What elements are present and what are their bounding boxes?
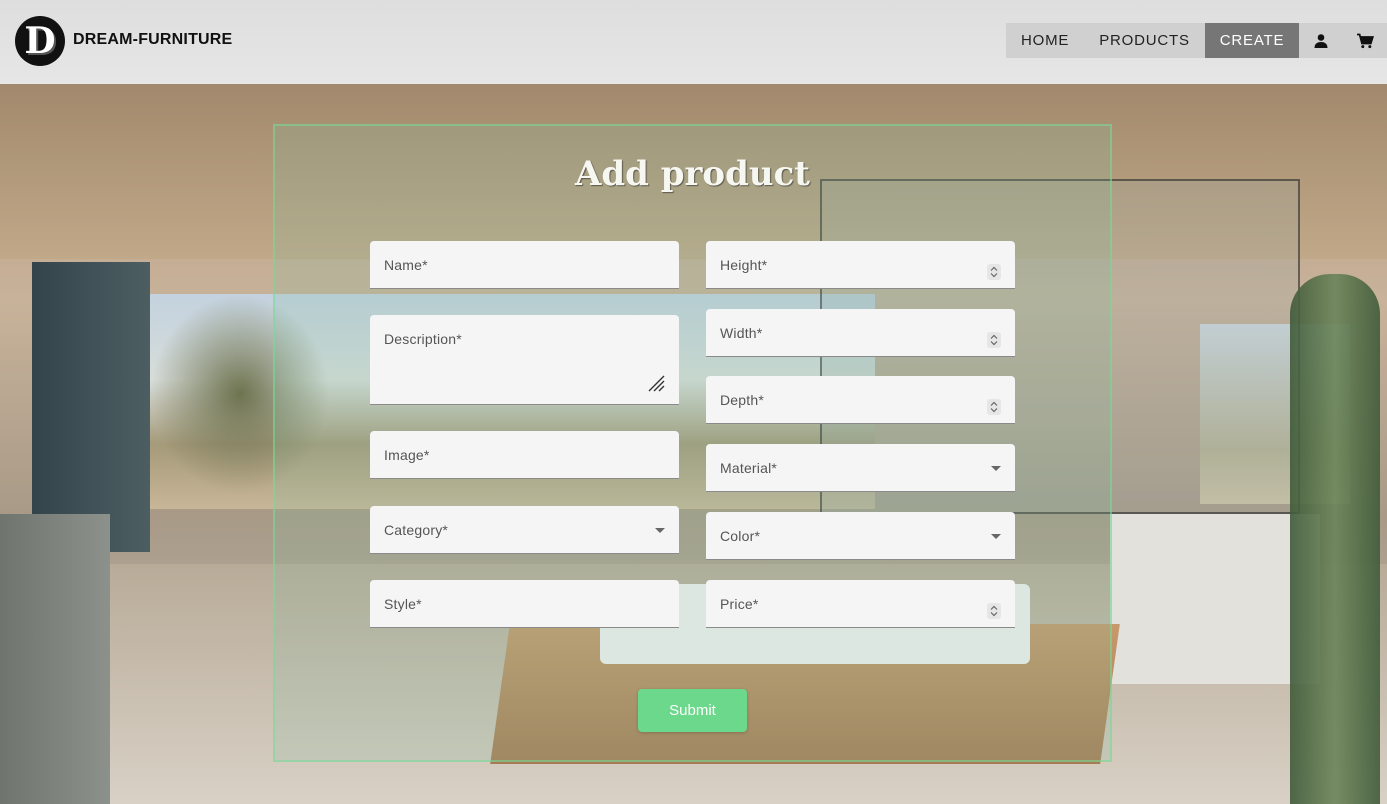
logo-letter: D <box>24 20 56 62</box>
name-field[interactable]: Name* <box>370 241 679 289</box>
style-label: Style* <box>384 596 422 612</box>
bg-fireplace <box>32 262 150 552</box>
depth-field[interactable]: Depth* <box>706 376 1015 424</box>
name-label: Name* <box>384 257 428 273</box>
submit-button[interactable]: Submit <box>638 689 747 732</box>
spinner-icon[interactable] <box>987 264 1001 280</box>
nav-products[interactable]: PRODUCTS <box>1084 23 1205 58</box>
user-icon[interactable] <box>1299 23 1343 58</box>
spinner-icon[interactable] <box>987 399 1001 415</box>
height-field[interactable]: Height* <box>706 241 1015 289</box>
brand-name[interactable]: DREAM-FURNITURE <box>73 31 232 49</box>
chevron-down-icon <box>991 534 1001 539</box>
category-label: Category* <box>384 522 449 538</box>
bg-cactus <box>1290 274 1380 804</box>
color-label: Color* <box>720 528 761 544</box>
height-label: Height* <box>720 257 768 273</box>
bg-white-wall <box>1110 514 1320 684</box>
cart-icon[interactable] <box>1343 23 1387 58</box>
chevron-down-icon <box>991 466 1001 471</box>
width-field[interactable]: Width* <box>706 309 1015 357</box>
spinner-icon[interactable] <box>987 332 1001 348</box>
material-select[interactable]: Material* <box>706 444 1015 492</box>
material-label: Material* <box>720 460 778 476</box>
page-title: Add product <box>574 154 811 194</box>
description-label: Description* <box>384 331 462 347</box>
price-label: Price* <box>720 596 759 612</box>
main-nav: HOME PRODUCTS CREATE <box>1006 23 1387 58</box>
chevron-down-icon <box>655 528 665 533</box>
brand-logo[interactable]: D <box>15 16 65 66</box>
width-label: Width* <box>720 325 763 341</box>
image-field[interactable]: Image* <box>370 431 679 479</box>
nav-create[interactable]: CREATE <box>1204 23 1300 58</box>
style-field[interactable]: Style* <box>370 580 679 628</box>
depth-label: Depth* <box>720 392 765 408</box>
site-header: D DREAM-FURNITURE HOME PRODUCTS CREATE <box>0 0 1387 84</box>
bg-sofa <box>0 514 110 804</box>
category-select[interactable]: Category* <box>370 506 679 554</box>
color-select[interactable]: Color* <box>706 512 1015 560</box>
spinner-icon[interactable] <box>987 603 1001 619</box>
price-field[interactable]: Price* <box>706 580 1015 628</box>
image-label: Image* <box>384 447 430 463</box>
description-field[interactable]: Description* <box>370 315 679 405</box>
resize-handle-icon[interactable] <box>647 374 665 396</box>
nav-home[interactable]: HOME <box>1006 23 1084 58</box>
